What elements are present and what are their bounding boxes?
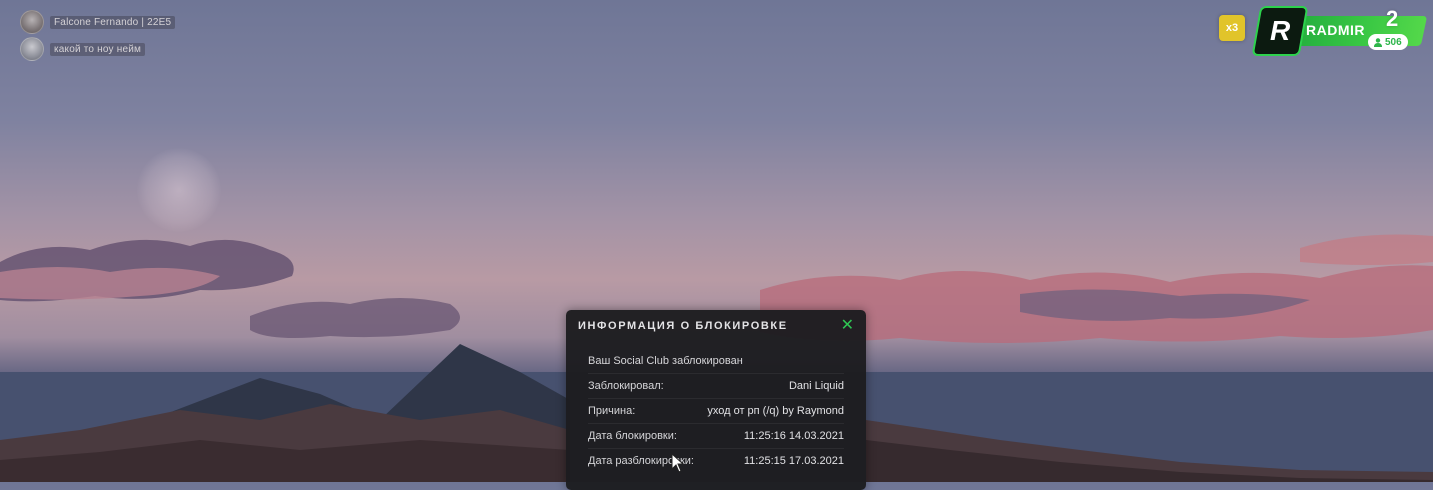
server-logo: R	[1251, 6, 1309, 56]
bonus-multiplier-badge: x3	[1219, 15, 1245, 41]
dialog-title: ИНФОРМАЦИЯ О БЛОКИРОВКЕ	[578, 320, 788, 332]
info-value: 11:25:15 17.03.2021	[743, 455, 844, 467]
ban-info-dialog: ИНФОРМАЦИЯ О БЛОКИРОВКЕ ✕ Ваш Social Clu…	[566, 310, 866, 490]
avatar	[20, 10, 44, 34]
server-number: 2	[1386, 6, 1399, 31]
info-value: Dani Liquid	[788, 380, 844, 392]
close-icon[interactable]: ✕	[841, 318, 854, 334]
avatar	[20, 37, 44, 61]
online-count: 506	[1385, 36, 1402, 48]
info-row: Причина: уход от рп (/q) by Raymond	[588, 399, 844, 424]
player-name: какой то ноу нейм	[50, 42, 146, 56]
info-row: Дата блокировки: 11:25:16 14.03.2021	[588, 424, 844, 449]
info-value: уход от рп (/q) by Raymond	[707, 405, 844, 417]
ban-message-row: Ваш Social Club заблокирован	[588, 349, 844, 374]
info-row: Заблокировал: Dani Liquid	[588, 374, 844, 399]
info-label: Дата блокировки:	[588, 430, 677, 442]
player-entry: Falcone Fernando | 22E5	[20, 10, 176, 34]
dialog-body: Ваш Social Club заблокирован Заблокирова…	[566, 342, 866, 473]
mouse-cursor-icon	[671, 453, 685, 473]
info-label: Заблокировал:	[588, 380, 664, 392]
info-value: 11:25:16 14.03.2021	[743, 430, 844, 442]
dialog-header: ИНФОРМАЦИЯ О БЛОКИРОВКЕ ✕	[566, 310, 866, 342]
server-name: RADMIR	[1306, 22, 1365, 38]
server-badge: R RADMIR 2 506	[1251, 4, 1428, 56]
player-list: Falcone Fernando | 22E5 какой то ноу ней…	[20, 10, 176, 64]
server-logo-letter: R	[1269, 15, 1291, 46]
ban-message: Ваш Social Club заблокирован	[588, 355, 743, 367]
sun-glow	[137, 148, 221, 232]
player-name: Falcone Fernando | 22E5	[50, 15, 176, 29]
person-icon	[1374, 37, 1382, 47]
online-counter: 506	[1368, 34, 1408, 50]
info-row: Дата разблокировки: 11:25:15 17.03.2021	[588, 449, 844, 473]
info-label: Причина:	[588, 405, 636, 417]
player-entry: какой то ноу нейм	[20, 37, 175, 61]
